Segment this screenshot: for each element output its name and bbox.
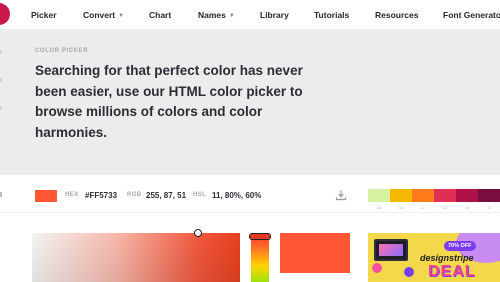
hex-label: HEX: [65, 192, 79, 198]
harmony-swatch[interactable]: [434, 189, 456, 202]
nav-item-resources[interactable]: Resources: [375, 10, 418, 20]
hsl-value[interactable]: 11, 80%, 60%: [212, 191, 261, 200]
ad-banner[interactable]: 70% OFF designstripe DEAL: [368, 233, 500, 282]
nav-item-font-generator[interactable]: Font Generator: [443, 10, 500, 20]
color-toolbar: HEX #FF5733 RGB 255, 87, 51 HSL 11, 80%,…: [0, 175, 500, 213]
color-swatch[interactable]: [35, 190, 57, 202]
harmony-label: 1e: [464, 205, 470, 210]
nav-item-picker[interactable]: Picker: [31, 10, 57, 20]
ad-badge: 70% OFF: [444, 241, 476, 251]
harmony-label: 1a: [376, 205, 382, 210]
hero-kicker: COLOR PICKER: [35, 48, 89, 54]
saturation-picker[interactable]: [32, 233, 240, 282]
side-dot-icon: [0, 106, 2, 110]
top-nav: Picker Convert ▼ Chart Names ▼ Library Tut…: [0, 0, 500, 30]
harmony-palette: [368, 189, 500, 202]
chevron-down-icon: ▼: [228, 13, 235, 19]
harmony-label: 1b: [398, 205, 404, 210]
download-icon[interactable]: [335, 189, 347, 201]
laptop-icon: [374, 239, 408, 261]
saturation-handle[interactable]: [194, 229, 202, 237]
hero-section: COLOR PICKER Searching for that perfect …: [0, 30, 500, 175]
side-dot-icon: [0, 78, 2, 82]
harmony-labels: 1a 1b 1c 1d 1e 1f: [368, 205, 500, 210]
nav-label: Resources: [375, 10, 419, 20]
nav-item-convert[interactable]: Convert ▼: [83, 10, 125, 20]
nav-item-library[interactable]: Library: [260, 10, 289, 20]
harmony-swatch[interactable]: [478, 189, 500, 202]
harmony-swatch[interactable]: [390, 189, 412, 202]
nav-label: Tutorials: [314, 10, 350, 20]
nav-label: Names: [198, 10, 226, 20]
hue-slider-handle[interactable]: [249, 233, 271, 240]
ad-ball-icon: [372, 263, 382, 273]
nav-item-chart[interactable]: Chart: [149, 10, 171, 20]
hsl-label: HSL: [193, 192, 207, 198]
chevron-down-icon: ▼: [118, 13, 125, 19]
harmony-label: 1f: [487, 205, 491, 210]
logo-icon[interactable]: [0, 3, 10, 25]
nav-item-tutorials[interactable]: Tutorials: [314, 10, 349, 20]
nav-label: Picker: [31, 10, 57, 20]
nav-label: Library: [260, 10, 289, 20]
harmony-label: 1d: [442, 205, 448, 210]
harmony-label: 1c: [420, 205, 426, 210]
nav-item-names[interactable]: Names ▼: [198, 10, 236, 20]
color-preview: [280, 233, 350, 273]
nav-label: Convert: [83, 10, 116, 20]
divider: [0, 192, 2, 197]
ad-brand: designstripe: [420, 253, 474, 263]
harmony-swatch[interactable]: [368, 189, 390, 202]
hex-value[interactable]: #FF5733: [85, 191, 117, 200]
hero-title: Searching for that perfect color has nev…: [35, 63, 303, 140]
hue-slider[interactable]: [251, 236, 269, 282]
harmony-swatch[interactable]: [412, 189, 434, 202]
rgb-label: RGB: [127, 192, 142, 198]
ad-ball-icon: [404, 267, 414, 277]
nav-label: Chart: [149, 10, 172, 20]
side-dot-icon: [0, 50, 2, 54]
rgb-value[interactable]: 255, 87, 51: [146, 191, 186, 200]
harmony-swatch[interactable]: [456, 189, 478, 202]
nav-label: Font Generator: [443, 10, 500, 20]
ad-headline: DEAL: [428, 263, 476, 280]
